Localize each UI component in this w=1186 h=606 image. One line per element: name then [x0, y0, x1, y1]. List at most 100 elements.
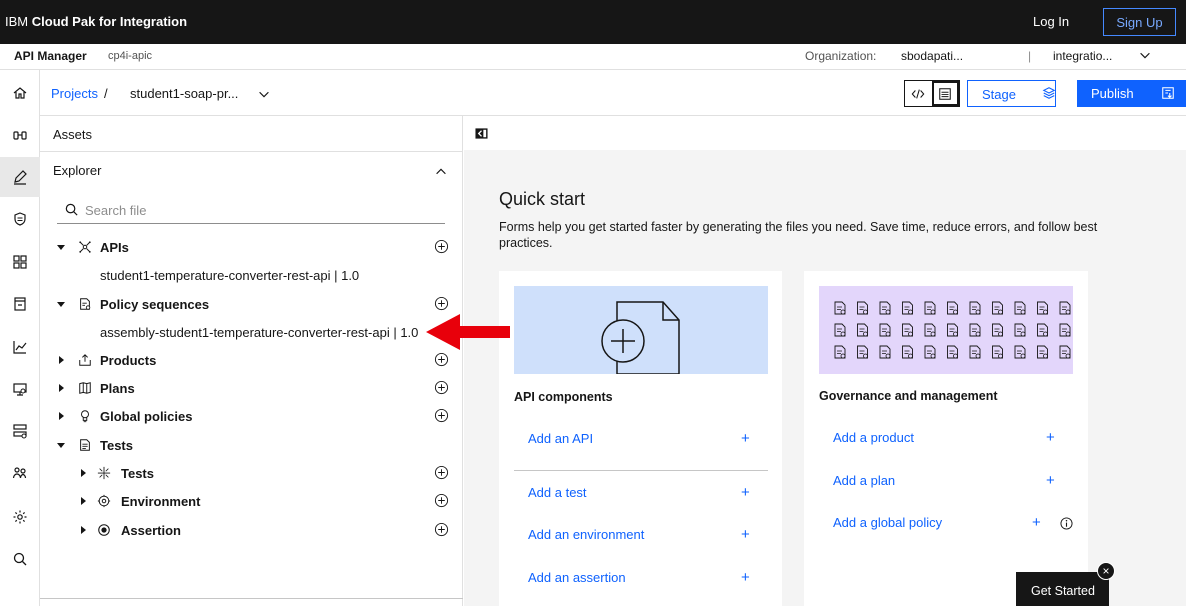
signup-button[interactable]: Sign Up [1103, 8, 1176, 36]
home-icon [13, 87, 27, 99]
nav-monitor[interactable] [0, 369, 40, 409]
search-input[interactable] [85, 200, 435, 220]
left-nav-rail [0, 70, 40, 606]
nav-settings[interactable] [0, 497, 40, 537]
add-assertion-link[interactable]: Add an assertion [528, 570, 626, 585]
panel-collapse-icon[interactable] [475, 127, 488, 140]
api-icon [79, 241, 91, 253]
breadcrumb-projects-link[interactable]: Projects [51, 86, 98, 101]
small-document-icon [924, 345, 936, 359]
add-product-plus-icon[interactable]: + [1046, 429, 1055, 446]
info-icon[interactable] [1060, 517, 1073, 530]
tree-section-assertion[interactable]: Assertion [40, 517, 463, 543]
get-started-button[interactable]: Get Started [1016, 572, 1109, 606]
caret-right-icon[interactable] [78, 525, 88, 535]
nav-home[interactable] [0, 73, 40, 113]
add-environment-link[interactable]: Add an environment [528, 527, 644, 542]
environment-icon [97, 494, 111, 508]
small-document-icon [969, 323, 981, 337]
caret-right-icon[interactable] [56, 411, 66, 421]
add-product-icon[interactable] [434, 352, 449, 367]
nav-apps[interactable] [0, 242, 40, 282]
caret-down-icon[interactable] [56, 242, 66, 252]
small-document-icon [857, 323, 868, 337]
add-global-policy-icon[interactable] [434, 408, 449, 423]
tree-section-tests[interactable]: Tests [40, 432, 463, 458]
publish-button[interactable]: Publish [1077, 80, 1186, 107]
caret-down-icon[interactable] [56, 299, 66, 309]
tree-section-plans[interactable]: Plans [40, 375, 463, 401]
add-api-icon[interactable] [434, 239, 449, 254]
tree-section-tests-child[interactable]: Tests [40, 460, 463, 486]
tree-item-api[interactable]: student1-temperature-converter-rest-api … [100, 268, 359, 283]
add-assertion-plus-icon[interactable]: + [741, 569, 750, 586]
product-icon [79, 354, 91, 366]
product-brand[interactable]: IBM Cloud Pak for Integration [5, 14, 187, 29]
tree-section-global-policies[interactable]: Global policies [40, 403, 463, 429]
tree-item-policy-sequence[interactable]: assembly-student1-temperature-converter-… [100, 325, 418, 340]
get-started-label: Get Started [1031, 584, 1095, 598]
file-search [57, 196, 445, 224]
tree-section-apis[interactable]: APIs [40, 234, 463, 260]
catalog-selector[interactable]: integratio... [1053, 49, 1112, 63]
add-plan-icon[interactable] [434, 380, 449, 395]
chevron-down-icon[interactable] [1138, 48, 1152, 62]
add-test-link[interactable]: Add a test [528, 485, 587, 500]
breadcrumb-separator: / [104, 86, 108, 101]
tree-label-policy-sequences: Policy sequences [100, 297, 210, 312]
add-test-icon[interactable] [434, 465, 449, 480]
small-document-icon [834, 345, 846, 359]
explorer-header[interactable]: Explorer [40, 152, 463, 188]
small-document-icon [1037, 301, 1048, 315]
small-document-icon [992, 301, 1003, 315]
nav-api[interactable] [0, 115, 40, 155]
organization-value[interactable]: sbodapati... [901, 49, 963, 63]
add-api-plus-icon[interactable]: + [741, 430, 750, 447]
design-view-button[interactable] [931, 81, 959, 106]
nav-test[interactable] [0, 199, 40, 239]
tree-label-tests-child: Tests [121, 466, 154, 481]
tree-section-environment[interactable]: Environment [40, 488, 463, 514]
settings-icon [13, 510, 27, 524]
login-link[interactable]: Log In [1033, 14, 1069, 29]
nav-users[interactable] [0, 453, 40, 493]
caret-right-icon[interactable] [78, 468, 88, 478]
caret-right-icon[interactable] [56, 355, 66, 365]
nav-analytics[interactable] [0, 327, 40, 367]
plan-icon [79, 382, 91, 394]
tree-section-products[interactable]: Products [40, 347, 463, 373]
close-icon[interactable]: × [1097, 562, 1115, 580]
source-view-button[interactable] [905, 81, 932, 106]
chevron-up-icon[interactable] [434, 165, 448, 179]
add-environment-icon[interactable] [434, 493, 449, 508]
add-plan-link[interactable]: Add a plan [833, 473, 895, 488]
small-document-icon [879, 345, 891, 359]
stage-button[interactable]: Stage [967, 80, 1056, 107]
add-global-policy-link[interactable]: Add a global policy [833, 515, 942, 530]
add-test-plus-icon[interactable]: + [741, 484, 750, 501]
assets-title: Assets [53, 127, 93, 142]
small-document-icon [947, 323, 958, 337]
add-global-policy-plus-icon[interactable]: + [1032, 514, 1041, 531]
small-document-icon [969, 301, 981, 315]
add-plan-plus-icon[interactable]: + [1046, 472, 1055, 489]
caret-right-icon[interactable] [56, 383, 66, 393]
breadcrumb: Projects / student1-soap-pr... Stage Pub… [40, 70, 1186, 116]
add-environment-plus-icon[interactable]: + [741, 526, 750, 543]
add-product-link[interactable]: Add a product [833, 430, 914, 445]
nav-develop[interactable] [0, 157, 40, 197]
nav-catalog[interactable] [0, 284, 40, 324]
caret-right-icon[interactable] [78, 496, 88, 506]
caret-down-icon[interactable] [56, 440, 66, 450]
tree-section-policy-sequences[interactable]: Policy sequences [40, 291, 463, 317]
add-policy-sequence-icon[interactable] [434, 296, 449, 311]
nav-server[interactable] [0, 411, 40, 451]
breadcrumb-current-project[interactable]: student1-soap-pr... [130, 86, 238, 101]
add-assertion-icon[interactable] [434, 522, 449, 537]
chevron-down-icon[interactable] [257, 87, 271, 101]
add-api-link[interactable]: Add an API [528, 431, 593, 446]
policy-sequence-icon [80, 298, 91, 310]
nav-search[interactable] [0, 539, 40, 579]
small-document-icon [992, 345, 1003, 359]
app-subheader: API Manager cp4i-apic Organization: sbod… [0, 44, 1186, 70]
